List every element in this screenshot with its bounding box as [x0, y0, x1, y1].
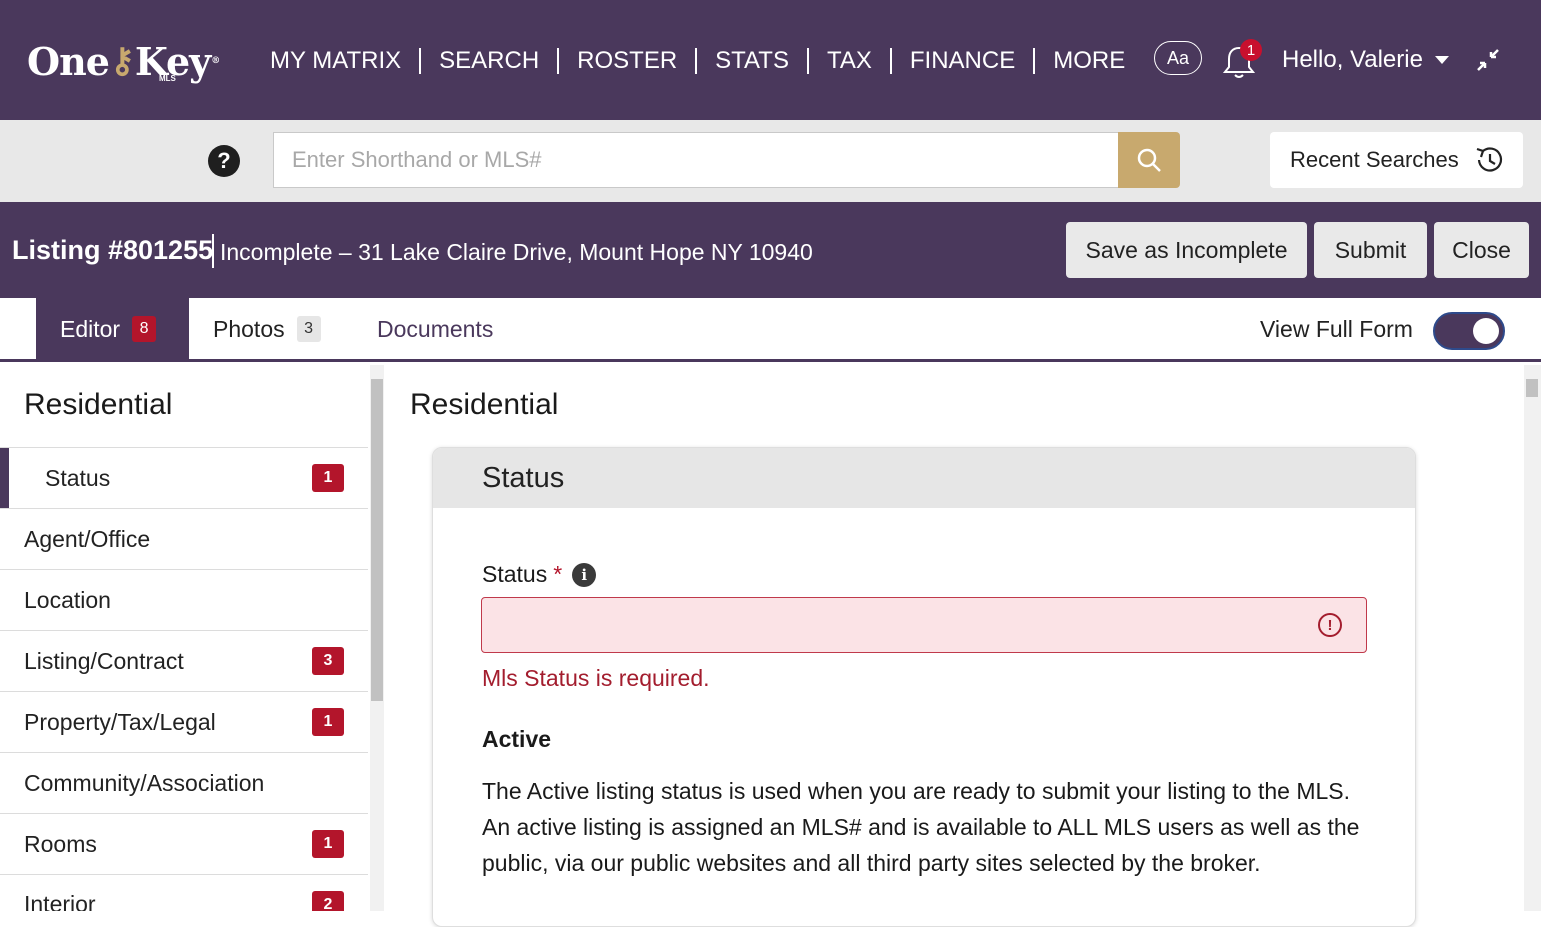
history-icon: [1476, 147, 1502, 172]
nav-roster[interactable]: ROSTER: [559, 44, 695, 78]
listing-summary: Incomplete – 31 Lake Claire Drive, Mount…: [220, 239, 813, 265]
tab-editor[interactable]: Editor 8: [36, 298, 189, 360]
required-asterisk: *: [553, 561, 563, 587]
sidebar-item-badge: 3: [312, 647, 344, 675]
logo-text-one: One: [27, 38, 110, 84]
collapse-arrows-icon[interactable]: [1474, 46, 1502, 74]
logo-mls: MLS: [159, 74, 176, 83]
listing-divider: [212, 234, 214, 268]
notification-badge[interactable]: 1: [1240, 39, 1262, 61]
main-scroll-thumb[interactable]: [1526, 379, 1538, 397]
recent-searches-button[interactable]: Recent Searches: [1270, 132, 1523, 188]
registered-mark: ®: [211, 56, 220, 66]
nav-tax[interactable]: TAX: [809, 44, 890, 78]
info-icon[interactable]: i: [572, 562, 597, 587]
close-button[interactable]: Close: [1434, 222, 1529, 278]
help-icon[interactable]: ?: [208, 145, 240, 177]
submit-button[interactable]: Submit: [1314, 222, 1427, 278]
sidebar-item-rooms[interactable]: Rooms 1: [0, 813, 368, 874]
nav-my-matrix[interactable]: MY MATRIX: [252, 44, 419, 78]
caret-down-icon: [1434, 56, 1449, 64]
error-icon: !: [1318, 613, 1342, 637]
sidebar-scroll-thumb[interactable]: [371, 379, 383, 701]
status-card-header: Status: [433, 448, 1415, 508]
sidebar-item-listing-contract[interactable]: Listing/Contract 3: [0, 630, 368, 691]
sidebar-title: Residential: [24, 388, 173, 421]
nav-finance[interactable]: FINANCE: [892, 44, 1033, 78]
tab-editor-badge: 8: [132, 316, 157, 342]
main-title: Residential: [410, 388, 559, 421]
sidebar-item-property-tax-legal[interactable]: Property/Tax/Legal 1: [0, 691, 368, 752]
tab-documents[interactable]: Documents: [377, 298, 493, 360]
key-icon: ⚷: [109, 41, 135, 81]
status-label-text: Status: [482, 561, 548, 587]
search-input[interactable]: [273, 132, 1119, 188]
sidebar-item-agent-office[interactable]: Agent/Office: [0, 508, 368, 569]
sidebar-item-label: Location: [24, 586, 111, 613]
user-greeting: Hello, Valerie: [1282, 46, 1423, 73]
sidebar-scrollbar[interactable]: [370, 365, 384, 911]
sidebar-item-location[interactable]: Location: [0, 569, 368, 630]
active-heading: Active: [482, 726, 552, 752]
tab-photos-label: Photos: [213, 315, 285, 342]
sidebar-item-interior[interactable]: Interior 2: [0, 874, 368, 911]
sidebar-item-badge: 1: [312, 830, 344, 858]
sidebar-item-label: Rooms: [24, 830, 97, 857]
sidebar-item-label: Listing/Contract: [24, 647, 184, 674]
nav-more[interactable]: MORE: [1035, 44, 1143, 78]
status-card-title: Status: [482, 462, 565, 494]
sidebar-item-label: Status: [45, 464, 111, 491]
tab-photos[interactable]: Photos 3: [213, 298, 321, 360]
search-icon: [1137, 148, 1161, 172]
sidebar-item-label: Interior: [24, 891, 96, 911]
nav-stats[interactable]: STATS: [697, 44, 807, 78]
status-error-message: Mls Status is required.: [482, 665, 710, 691]
view-full-form-toggle[interactable]: [1433, 312, 1505, 350]
sidebar-item-badge: 1: [312, 464, 344, 492]
toggle-knob: [1473, 318, 1499, 344]
tab-editor-label: Editor: [60, 315, 121, 342]
main-nav: MY MATRIX SEARCH ROSTER STATS TAX FINANC…: [252, 44, 1143, 78]
sidebar-item-label: Community/Association: [24, 769, 265, 796]
view-full-form-label: View Full Form: [1260, 316, 1413, 342]
nav-search[interactable]: SEARCH: [421, 44, 557, 78]
main-scrollbar[interactable]: [1524, 365, 1541, 911]
onekey-logo[interactable]: One ⚷ Key ® MLS: [27, 36, 220, 86]
sidebar-item-label: Agent/Office: [24, 525, 151, 552]
status-select[interactable]: [481, 597, 1367, 653]
sidebar-item-label: Property/Tax/Legal: [24, 708, 216, 735]
tab-photos-badge: 3: [296, 316, 321, 342]
active-description: The Active listing status is used when y…: [482, 778, 1360, 876]
recent-searches-label: Recent Searches: [1290, 147, 1459, 172]
sidebar-item-status[interactable]: Status 1: [0, 447, 368, 509]
font-size-button[interactable]: Aa: [1154, 41, 1202, 75]
sidebar-item-badge: 1: [312, 708, 344, 736]
search-button[interactable]: [1118, 132, 1180, 188]
status-field-label: Status * i: [482, 561, 597, 588]
user-menu[interactable]: Hello, Valerie: [1282, 46, 1449, 74]
listing-number: Listing #801255: [12, 235, 214, 265]
sidebar-item-badge: 2: [312, 891, 344, 911]
sidebar-item-community-association[interactable]: Community/Association: [0, 752, 368, 813]
save-incomplete-button[interactable]: Save as Incomplete: [1066, 222, 1307, 278]
